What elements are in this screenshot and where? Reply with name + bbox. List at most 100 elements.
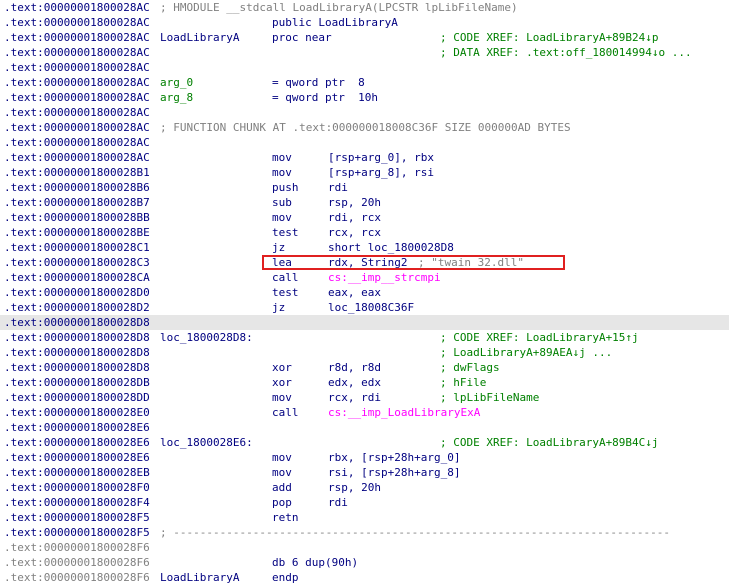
instruction: call [272,406,299,419]
comment: ; hFile [440,376,487,389]
listing-row[interactable]: .text:00000001800028C1 jz short loc_180002… [0,240,729,255]
address: .text:00000001800028B6 [4,181,150,194]
listing-row[interactable]: .text:00000001800028C3 lea rdx, String2 ; "… [0,255,729,270]
listing-row[interactable]: .text:00000001800028AC [0,60,729,75]
listing-row[interactable]: .text:00000001800028D8 [0,315,729,330]
listing-row[interactable]: .text:00000001800028CA call cs:__imp__strc… [0,270,729,285]
instruction: sub [272,196,292,209]
operand[interactable]: edx, edx [328,375,381,390]
instruction: mov [272,466,292,479]
listing-row[interactable]: .text:00000001800028E6 mov rbx, [rsp+28h+a… [0,450,729,465]
comment: ; dwFlags [440,361,500,374]
address: .text:00000001800028F5 [4,526,150,539]
disassembly-listing[interactable]: .text:00000001800028AC ; HMODULE __stdcal… [0,0,729,584]
listing-row[interactable]: .text:00000001800028AC ; HMODULE __stdcal… [0,0,729,15]
listing-row[interactable]: .text:00000001800028AC arg_8 = qword ptr 1… [0,90,729,105]
listing-row[interactable]: .text:00000001800028D2 jz loc_18008C36F [0,300,729,315]
address: .text:00000001800028AC [4,91,150,104]
instruction: mov [272,151,292,164]
listing-row[interactable]: .text:00000001800028E6 loc_1800028E6: ; CO… [0,435,729,450]
address: .text:00000001800028E0 [4,406,150,419]
listing-row[interactable]: .text:00000001800028D8 loc_1800028D8: ; CO… [0,330,729,345]
operand[interactable]: rdx, String2 [328,255,407,270]
address: .text:00000001800028AC [4,106,150,119]
listing-row[interactable]: .text:00000001800028F6 db 6 dup(90h) [0,555,729,570]
address: .text:00000001800028B1 [4,166,150,179]
address: .text:00000001800028AC [4,46,150,59]
instruction: push [272,181,299,194]
listing-row[interactable]: .text:00000001800028D8 xor r8d, r8d ; dwFla… [0,360,729,375]
comment: ; lpLibFileName [440,391,540,404]
listing-row[interactable]: .text:00000001800028F6 [0,540,729,555]
operand[interactable]: rsp, 20h [328,480,381,495]
label[interactable]: arg_0 [160,75,193,90]
address: .text:00000001800028DB [4,376,150,389]
operand[interactable]: rdi, rcx [328,210,381,225]
operand[interactable]: rsp, 20h [328,195,381,210]
listing-row[interactable]: .text:00000001800028EB mov rsi, [rsp+28h+a… [0,465,729,480]
operand[interactable]: r8d, r8d [328,360,381,375]
label[interactable]: loc_1800028E6: [160,435,253,450]
listing-row[interactable]: .text:00000001800028AC ; FUNCTION CHUNK A… [0,120,729,135]
address: .text:00000001800028AC [4,76,150,89]
instruction: test [272,286,299,299]
listing-row[interactable]: .text:00000001800028DD mov rcx, rdi ; lpLib… [0,390,729,405]
operand[interactable]: rcx, rcx [328,225,381,240]
listing-row[interactable]: .text:00000001800028D8 ; LoadLibraryA+89A… [0,345,729,360]
instruction: db 6 dup(90h) [272,556,359,569]
listing-row[interactable]: .text:00000001800028AC arg_0 = qword ptr 8 [0,75,729,90]
listing-row[interactable]: .text:00000001800028F5 retn [0,510,729,525]
label[interactable]: LoadLibraryA [160,30,239,45]
operand[interactable]: loc_18008C36F [328,300,414,315]
listing-row[interactable]: .text:00000001800028DB xor edx, edx ; hFile [0,375,729,390]
operand[interactable]: short loc_1800028D8 [328,240,454,255]
address: .text:00000001800028AC [4,151,150,164]
listing-row[interactable]: .text:00000001800028B6 push rdi [0,180,729,195]
comment: ; CODE XREF: LoadLibraryA+89B4C↓j [440,436,659,449]
operand[interactable]: eax, eax [328,285,381,300]
operand[interactable]: [rsp+arg_8], rsi [328,165,434,180]
operand[interactable]: rdi [328,180,348,195]
address: .text:00000001800028D8 [4,331,150,344]
listing-row[interactable]: .text:00000001800028AC [0,135,729,150]
address: .text:00000001800028C3 [4,256,150,269]
comment: ; --------------------------------------… [160,526,670,539]
operand[interactable]: [rsp+arg_0], rbx [328,150,434,165]
listing-row[interactable]: .text:00000001800028E6 [0,420,729,435]
label[interactable]: LoadLibraryA [160,570,239,585]
listing-row[interactable]: .text:00000001800028AC public LoadLibrary… [0,15,729,30]
address: .text:00000001800028AC [4,136,150,149]
listing-row[interactable]: .text:00000001800028F0 add rsp, 20h [0,480,729,495]
listing-row[interactable]: .text:00000001800028F4 pop rdi [0,495,729,510]
operand[interactable]: rbx, [rsp+28h+arg_0] [328,450,460,465]
address: .text:00000001800028F5 [4,511,150,524]
listing-row[interactable]: .text:00000001800028BE test rcx, rcx [0,225,729,240]
operand[interactable]: cs:__imp_LoadLibraryExA [328,405,480,420]
address: .text:00000001800028AC [4,61,150,74]
operand[interactable]: rcx, rdi [328,390,381,405]
listing-row[interactable]: .text:00000001800028E0 call cs:__imp_LoadL… [0,405,729,420]
listing-row[interactable]: .text:00000001800028F6 LoadLibraryA endp [0,570,729,585]
comment: ; DATA XREF: .text:off_180014994↓o ... [440,46,692,59]
listing-row[interactable]: .text:00000001800028AC [0,105,729,120]
instruction: proc near [272,31,332,44]
instruction: add [272,481,292,494]
operand[interactable]: rsi, [rsp+28h+arg_8] [328,465,460,480]
instruction: public LoadLibraryA [272,16,398,29]
address: .text:00000001800028CA [4,271,150,284]
operand[interactable]: rdi [328,495,348,510]
address: .text:00000001800028AC [4,31,150,44]
address: .text:00000001800028D8 [4,316,150,329]
listing-row[interactable]: .text:00000001800028BB mov rdi, rcx [0,210,729,225]
label[interactable]: loc_1800028D8: [160,330,253,345]
listing-row[interactable]: .text:00000001800028AC ; DATA XREF: .text… [0,45,729,60]
listing-row[interactable]: .text:00000001800028AC mov [rsp+arg_0], rb… [0,150,729,165]
listing-row[interactable]: .text:00000001800028D0 test eax, eax [0,285,729,300]
listing-row[interactable]: .text:00000001800028B7 sub rsp, 20h [0,195,729,210]
listing-row[interactable]: .text:00000001800028AC LoadLibraryA proc n… [0,30,729,45]
label[interactable]: arg_8 [160,90,193,105]
listing-row[interactable]: .text:00000001800028F5 ; ----------------… [0,525,729,540]
instruction: mov [272,166,292,179]
operand[interactable]: cs:__imp__strcmpi [328,270,441,285]
listing-row[interactable]: .text:00000001800028B1 mov [rsp+arg_8], rs… [0,165,729,180]
